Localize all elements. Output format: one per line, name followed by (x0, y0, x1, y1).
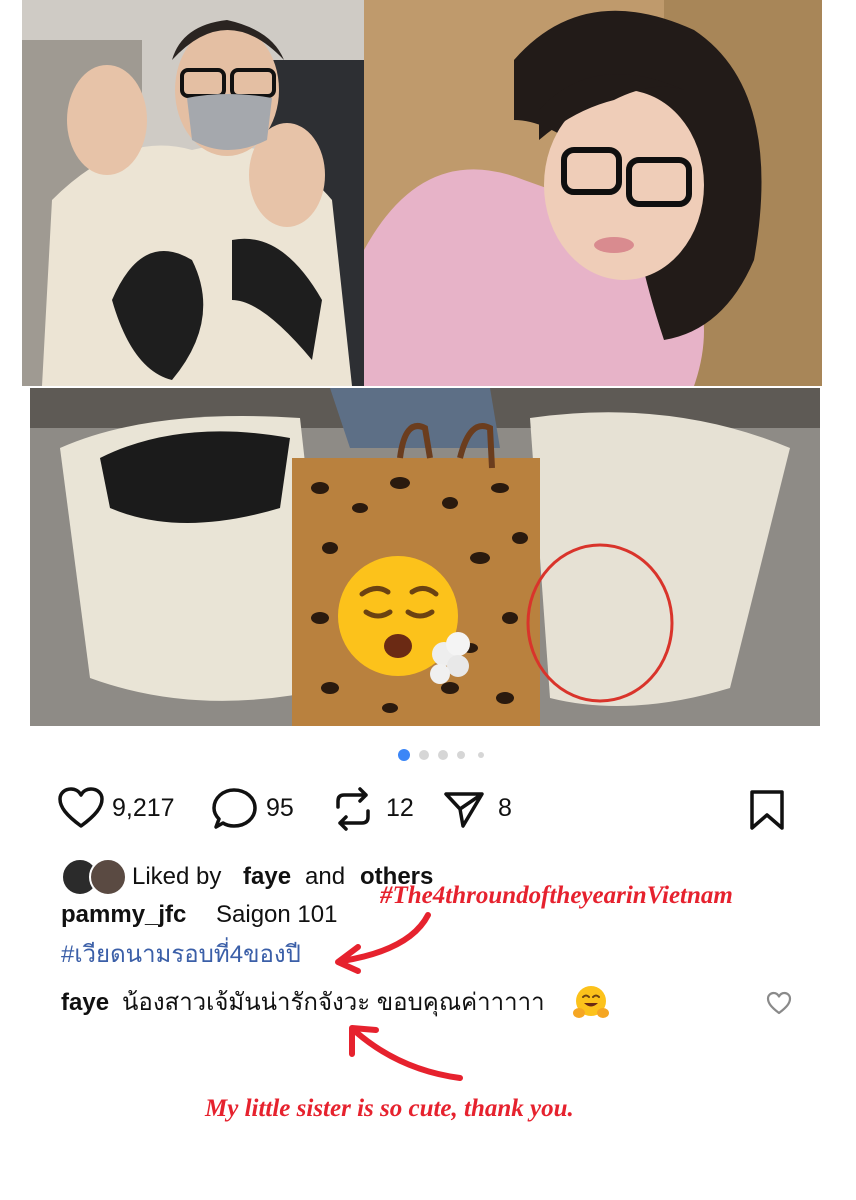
repost-count: 12 (386, 794, 414, 822)
airport-photo-art (22, 0, 364, 386)
share-count: 8 (498, 794, 512, 822)
likes-middle: and (305, 863, 346, 890)
heart-outline-icon[interactable] (766, 991, 792, 1020)
comment-translation-note: My little sister is so cute, thank you. (205, 1095, 574, 1122)
pagination-dot[interactable] (438, 750, 448, 760)
like-count: 9,217 (112, 794, 175, 822)
exhale-face-emoji (336, 554, 476, 694)
comment-icon[interactable] (212, 787, 258, 836)
shopping-bags-photo[interactable] (30, 388, 820, 726)
selfie-photo[interactable] (364, 0, 822, 386)
pagination-dot[interactable] (419, 750, 429, 760)
share-icon[interactable] (443, 789, 485, 834)
bookmark-icon[interactable] (749, 789, 785, 836)
heart-icon[interactable] (58, 787, 104, 834)
pagination-dot-active[interactable] (398, 749, 410, 761)
hugging-face-emoji (573, 985, 609, 1026)
liker-avatar[interactable] (89, 858, 127, 896)
pagination-dot[interactable] (478, 752, 484, 758)
arrow-annotation (335, 912, 431, 974)
caption-username[interactable]: pammy_jfc (61, 900, 186, 930)
comment-text: น้องสาวเจ้มันน่ารักจังวะ ขอบคุณค่าาาาา (122, 989, 545, 1016)
repost-icon[interactable] (332, 787, 374, 836)
caption-hashtag[interactable]: #เวียดนามรอบที่4ของปี (61, 940, 301, 970)
arrow-annotation (349, 1025, 463, 1081)
likes-prefix: Liked by (132, 863, 222, 890)
comment-count: 95 (266, 794, 294, 822)
pagination-dot[interactable] (457, 751, 465, 759)
airport-photo[interactable] (22, 0, 364, 386)
selfie-photo-art (364, 0, 822, 386)
liker-username[interactable]: faye (243, 862, 291, 892)
comment-username[interactable]: faye (61, 988, 109, 1018)
